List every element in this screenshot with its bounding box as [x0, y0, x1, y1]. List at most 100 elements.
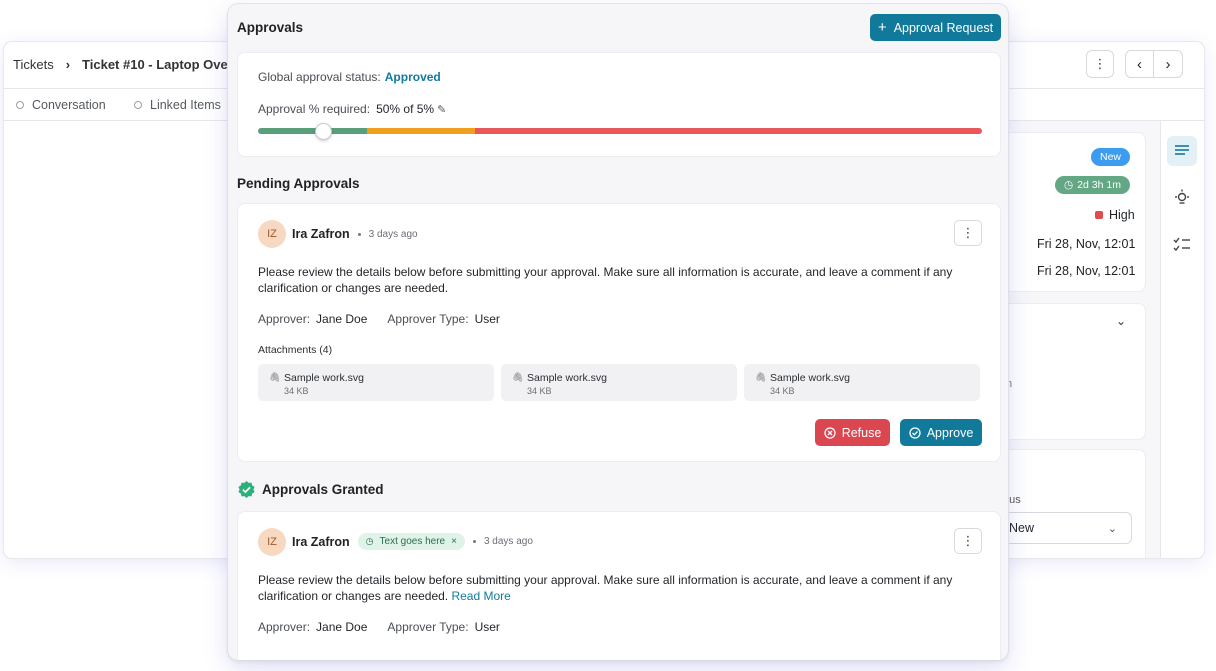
- stopwatch-icon: ◷: [1064, 179, 1074, 191]
- breadcrumb-root[interactable]: Tickets: [13, 57, 54, 72]
- timer-badge: ◷ 2d 3h 1m: [1055, 176, 1130, 194]
- conversation-icon: [16, 101, 24, 109]
- details-list-icon[interactable]: [1167, 136, 1197, 166]
- tab-linked-items[interactable]: Linked Items: [134, 98, 221, 112]
- approver-type-value: User: [474, 620, 500, 634]
- kebab-icon: ⋮: [961, 225, 975, 240]
- message-text: clarification or changes are needed.: [258, 589, 449, 603]
- status-badge: New: [1091, 148, 1131, 166]
- approver-row: Approver: Jane Doe Approver Type: User: [258, 620, 500, 634]
- progress-segment: [258, 128, 367, 134]
- timer-value: 2d 3h 1m: [1077, 179, 1121, 191]
- global-status-value: Approved: [384, 70, 441, 84]
- lightbulb-icon[interactable]: [1167, 182, 1197, 212]
- approvals-panel: Approvals + Approval Request Global appr…: [228, 4, 1008, 660]
- required-row: Approval % required: 50% of 5% ✎: [258, 102, 446, 116]
- attachment-size: 34 KB: [284, 386, 309, 396]
- card-menu-button[interactable]: ⋮: [954, 528, 982, 554]
- approval-status-card: Global approval status: Approved Approva…: [237, 52, 1001, 157]
- status-select-value: New: [1009, 521, 1035, 535]
- priority-indicator: High: [1095, 208, 1135, 222]
- text-tag: ◷ Text goes here ×: [357, 533, 465, 550]
- verified-badge-icon: [238, 480, 255, 499]
- tag-icon: ◷: [365, 536, 374, 546]
- attachment-name: Sample work.svg: [284, 372, 364, 384]
- tab-label: Linked Items: [150, 98, 221, 112]
- approvals-granted-header: Approvals Granted: [237, 480, 384, 499]
- card-menu-button[interactable]: ⋮: [954, 220, 982, 246]
- status-select[interactable]: New ⌄: [994, 512, 1132, 544]
- refuse-label: Refuse: [841, 425, 882, 440]
- tag-label: Text goes here: [379, 536, 446, 547]
- approval-request-button[interactable]: + Approval Request: [870, 14, 1001, 41]
- required-label: Approval % required:: [258, 102, 371, 116]
- checklist-icon[interactable]: [1167, 230, 1197, 260]
- message-line: Please review the details below before s…: [258, 265, 953, 279]
- paperclip-icon: 🖇: [269, 372, 281, 382]
- attachment-item[interactable]: 🖇 Sample work.svg 34 KB: [501, 364, 737, 401]
- chevron-down-icon[interactable]: ⌄: [1116, 314, 1126, 328]
- paperclip-icon: 🖇: [512, 372, 524, 382]
- tab-conversation[interactable]: Conversation: [16, 98, 106, 112]
- attachment-size: 34 KB: [527, 386, 552, 396]
- separator-dot: [472, 540, 476, 543]
- approval-message: Please review the details below before s…: [258, 572, 988, 604]
- chevron-left-icon: ‹: [1137, 55, 1142, 73]
- more-options-button[interactable]: ⋮: [1086, 50, 1114, 78]
- breadcrumb: Tickets › Ticket #10 - Laptop Overh: [13, 57, 241, 72]
- read-more-link[interactable]: Read More: [451, 589, 510, 603]
- breadcrumb-current: Ticket #10 - Laptop Overh: [82, 57, 241, 72]
- message-line: clarification or changes are needed.: [258, 281, 449, 295]
- attachment-item[interactable]: 🖇 Sample work.svg 34 KB: [744, 364, 980, 401]
- attachments-title: Attachments (4): [258, 344, 333, 356]
- approver-type-label: Approver Type:: [387, 620, 469, 634]
- global-status-row: Global approval status: Approved: [258, 70, 441, 84]
- progress-segment: [366, 128, 476, 134]
- approve-button[interactable]: Approve: [900, 419, 982, 446]
- approver-value: Jane Doe: [316, 620, 368, 634]
- approver-name: Ira Zafron: [292, 534, 350, 549]
- pencil-icon[interactable]: ✎: [437, 103, 446, 116]
- next-ticket-button[interactable]: ›: [1154, 51, 1182, 77]
- separator-dot: [357, 232, 361, 236]
- approver-name: Ira Zafron: [292, 227, 350, 241]
- ticket-pager: ‹ ›: [1125, 50, 1183, 78]
- attachment-name: Sample work.svg: [770, 372, 850, 384]
- approval-meta: Ira Zafron ◷ Text goes here × 3 days ago: [292, 533, 533, 550]
- prev-ticket-button[interactable]: ‹: [1126, 51, 1154, 77]
- close-icon[interactable]: ×: [451, 536, 457, 547]
- tab-label: Conversation: [32, 98, 106, 112]
- approver-label: Approver:: [258, 312, 311, 326]
- avatar: IZ: [258, 528, 286, 556]
- attachment-size: 34 KB: [770, 386, 795, 396]
- chevron-down-icon: ⌄: [1107, 522, 1117, 535]
- rail-divider: [1160, 121, 1161, 558]
- approver-row: Approver: Jane Doe Approver Type: User: [258, 312, 500, 326]
- approval-message: Please review the details below before s…: [258, 264, 988, 296]
- approver-type-value: User: [474, 312, 500, 326]
- global-status-label: Global approval status:: [258, 70, 381, 84]
- chevron-right-icon: ›: [1165, 55, 1171, 73]
- progress-slider-handle[interactable]: [315, 123, 333, 140]
- plus-icon: +: [877, 18, 887, 36]
- required-value: 50% of 5%: [376, 102, 435, 116]
- attachment-name: Sample work.svg: [527, 372, 607, 384]
- date-value: Fri 28, Nov, 12:01: [1037, 264, 1136, 278]
- chevron-right-icon: ›: [65, 57, 71, 72]
- attachment-item[interactable]: 🖇 Sample work.svg 34 KB: [258, 364, 494, 401]
- kebab-icon: ⋮: [961, 533, 975, 548]
- progress-segment: [475, 128, 982, 134]
- date-value: Fri 28, Nov, 12:01: [1037, 237, 1136, 251]
- approval-progress-bar: [258, 128, 982, 134]
- refuse-button[interactable]: Refuse: [815, 419, 890, 446]
- approve-label: Approve: [926, 425, 974, 440]
- kebab-icon: ⋮: [1093, 56, 1107, 71]
- approvals-title: Approvals: [237, 20, 304, 35]
- timestamp: 3 days ago: [483, 536, 533, 547]
- granted-approval-card: IZ Ira Zafron ◷ Text goes here × 3 days …: [237, 511, 1001, 660]
- timestamp: 3 days ago: [368, 228, 418, 240]
- x-circle-icon: [824, 426, 836, 439]
- approver-label: Approver:: [258, 620, 311, 634]
- pending-approvals-title: Pending Approvals: [237, 176, 360, 191]
- message-line: Please review the details below before s…: [258, 573, 953, 587]
